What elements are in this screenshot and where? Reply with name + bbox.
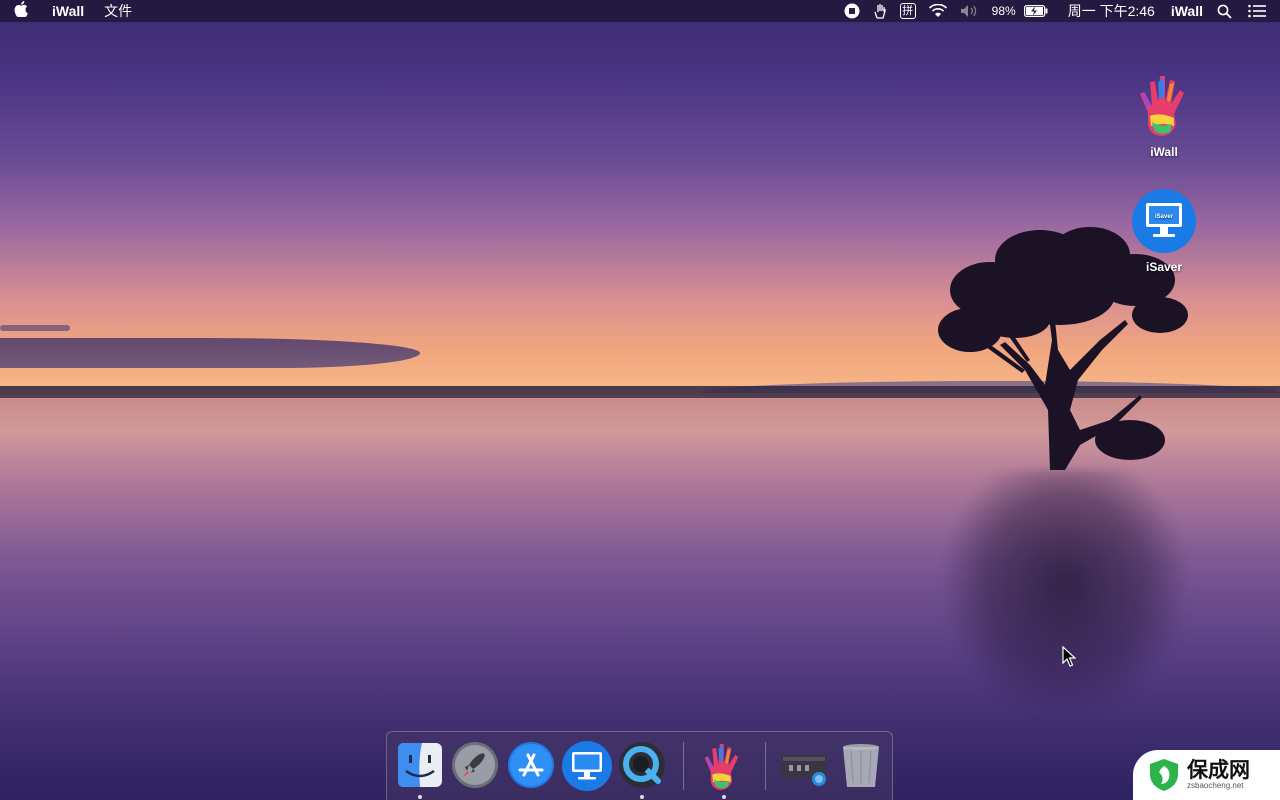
finder-icon — [398, 743, 442, 787]
iwall-hand-icon — [704, 744, 739, 790]
running-indicator — [418, 795, 422, 799]
input-method-label: 拼 — [899, 3, 916, 19]
notification-center-icon[interactable] — [1238, 0, 1280, 22]
desktop-icon-label: iWall — [1150, 145, 1178, 159]
running-indicator — [722, 795, 726, 799]
dock — [386, 731, 893, 800]
app-menu-iwall[interactable]: iWall — [42, 0, 94, 22]
mouse-cursor-icon — [1062, 646, 1076, 667]
watermark-badge: 保成网 zsbaocheng.net — [1133, 750, 1280, 800]
volume-icon[interactable] — [954, 0, 986, 22]
desktop-icon-isaver[interactable]: iSaver iSaver — [1119, 189, 1209, 274]
watermark-shield-icon — [1150, 759, 1178, 791]
dock-screenshot-stack[interactable] — [779, 741, 827, 789]
dock-separator — [765, 742, 766, 790]
desktop-wallpaper — [0, 0, 1280, 800]
dock-trash[interactable] — [837, 741, 885, 789]
trash-icon — [843, 744, 879, 787]
running-indicator — [640, 795, 644, 799]
screenshot-stack-icon — [781, 755, 827, 786]
isaver-screen-text: iSaver — [1155, 214, 1174, 220]
dock-isaver[interactable] — [562, 741, 612, 791]
wifi-icon[interactable] — [922, 0, 954, 22]
wallpaper-cloud — [0, 325, 70, 331]
desktop-icon-iwall[interactable]: iWall — [1119, 72, 1209, 159]
dock-app-store[interactable] — [507, 741, 555, 789]
input-method-icon[interactable]: 拼 — [894, 0, 922, 22]
file-menu[interactable]: 文件 — [94, 0, 142, 22]
clock[interactable]: 周一 下午2:46 — [1054, 0, 1163, 22]
watermark-url: zsbaocheng.net — [1187, 781, 1244, 790]
tree-reflection — [940, 470, 1190, 720]
desktop-icon-label: iSaver — [1145, 260, 1183, 274]
dock-launchpad[interactable] — [451, 741, 499, 789]
launchpad-rocket-icon — [452, 742, 498, 788]
dock-quicktime[interactable] — [618, 741, 666, 789]
hand-icon[interactable] — [866, 0, 894, 22]
battery-charging-icon[interactable] — [1018, 0, 1054, 22]
menu-bar: iWall 文件 拼 98% 周一 下午2:46 iWall — [0, 0, 1280, 22]
battery-percent[interactable]: 98% — [986, 0, 1018, 22]
dock-separator — [683, 742, 684, 790]
quicktime-icon — [619, 742, 665, 788]
iwall-hand-icon — [1140, 76, 1184, 136]
status-app-iwall[interactable]: iWall — [1163, 0, 1211, 22]
record-stop-icon[interactable] — [838, 0, 866, 22]
apple-menu-icon[interactable] — [0, 1, 42, 21]
app-store-icon — [508, 742, 554, 788]
wallpaper-cloud-band — [0, 338, 420, 368]
watermark-title: 保成网 — [1187, 758, 1250, 782]
spotlight-search-icon[interactable] — [1211, 0, 1238, 22]
isaver-dock-icon — [562, 741, 612, 791]
isaver-monitor-icon: iSaver — [1132, 189, 1196, 253]
dock-iwall[interactable] — [699, 741, 747, 790]
dock-finder[interactable] — [396, 741, 444, 789]
